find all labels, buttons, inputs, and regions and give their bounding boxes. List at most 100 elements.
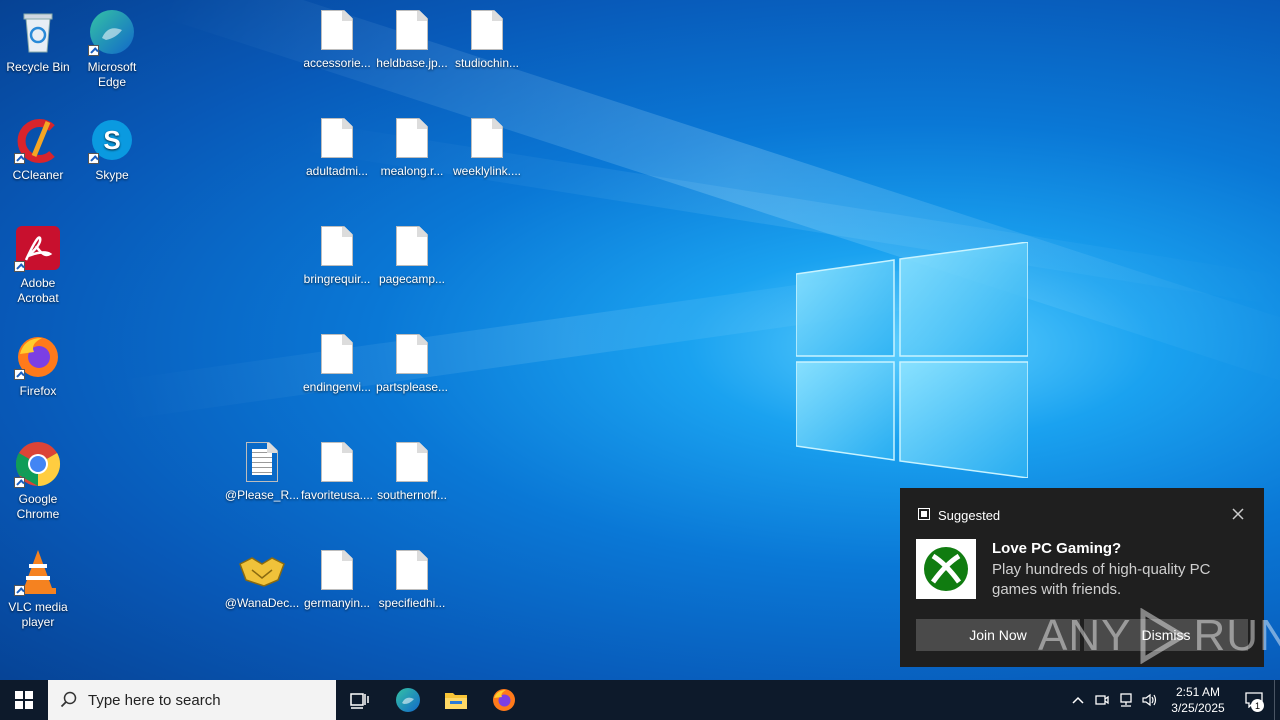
desktop-icon-firefox[interactable]: Firefox <box>0 332 76 399</box>
desktop-file[interactable]: @WanaDec... <box>224 550 300 611</box>
desktop-file[interactable]: pagecamp... <box>374 226 450 287</box>
clock-time: 2:51 AM <box>1175 685 1221 699</box>
edge-icon <box>396 688 420 712</box>
search-input[interactable] <box>88 691 318 709</box>
file-label: accessorie... <box>303 56 371 70</box>
windows-icon <box>15 691 33 709</box>
file-label: bringrequir... <box>303 272 371 286</box>
firefox-icon <box>493 689 515 711</box>
xbox-icon <box>916 539 976 599</box>
file-explorer-icon <box>445 693 467 709</box>
join-now-button[interactable]: Join Now <box>916 619 1080 651</box>
notification-header-label: Suggested <box>938 508 1001 523</box>
file-label: studiochin... <box>454 56 520 70</box>
desktop-file[interactable]: adultadmi... <box>299 118 375 179</box>
shortcut-arrow-icon <box>14 261 25 272</box>
show-desktop-button[interactable] <box>1274 680 1280 720</box>
file-label: endingenvi... <box>302 380 372 394</box>
desktop-icon-label: Google Chrome <box>16 492 60 521</box>
chrome-icon <box>14 440 62 488</box>
desktop-icon-ccleaner[interactable]: CCleaner <box>0 116 76 183</box>
network-button[interactable] <box>1114 680 1138 720</box>
taskbar-search-box[interactable] <box>48 680 336 720</box>
skype-icon: S <box>88 116 136 164</box>
desktop-file[interactable]: studiochin... <box>449 10 525 71</box>
desktop-icon-edge[interactable]: Microsoft Edge <box>74 8 150 90</box>
notification-title: Love PC Gaming? <box>992 540 1122 557</box>
svg-text:S: S <box>103 125 120 155</box>
desktop-file[interactable]: southernoff... <box>374 442 450 503</box>
task-view-button[interactable] <box>336 680 384 720</box>
desktop-file[interactable]: accessorie... <box>299 10 375 71</box>
desktop-file[interactable]: weeklylink.... <box>449 118 525 179</box>
desktop-icon-chrome[interactable]: Google Chrome <box>0 440 76 522</box>
file-label: adultadmi... <box>305 164 369 178</box>
acrobat-icon <box>14 224 62 272</box>
clock-date: 3/25/2025 <box>1171 701 1225 715</box>
desktop-file[interactable]: endingenvi... <box>299 334 375 395</box>
shortcut-arrow-icon <box>14 369 25 380</box>
file-label: partsplease... <box>375 380 449 394</box>
shortcut-arrow-icon <box>14 477 25 488</box>
desktop-icon-label: Firefox <box>19 384 57 398</box>
file-icon <box>396 334 428 374</box>
file-icon <box>321 550 353 590</box>
desktop-file[interactable]: specifiedhi... <box>374 550 450 611</box>
file-label: @WanaDec... <box>224 596 300 610</box>
file-icon <box>471 118 503 158</box>
desktop-icon-skype[interactable]: S Skype <box>74 116 150 183</box>
start-button[interactable] <box>0 680 48 720</box>
meet-now-button[interactable] <box>1090 680 1114 720</box>
taskbar-firefox-button[interactable] <box>480 680 528 720</box>
desktop-file[interactable]: mealong.r... <box>374 118 450 179</box>
taskbar: 2:51 AM 3/25/2025 1 <box>0 680 1280 720</box>
text-file-icon <box>246 442 278 482</box>
notification-body: Play hundreds of high-quality PC games w… <box>992 561 1211 598</box>
dismiss-button[interactable]: Dismiss <box>1084 619 1248 651</box>
file-icon <box>396 226 428 266</box>
show-hidden-icons-button[interactable] <box>1066 680 1090 720</box>
suggested-icon <box>918 508 930 523</box>
close-icon[interactable] <box>1230 506 1246 522</box>
volume-button[interactable] <box>1138 680 1162 720</box>
file-icon <box>321 226 353 266</box>
file-icon <box>471 10 503 50</box>
desktop-icon-label: VLC media player <box>8 600 68 629</box>
file-label: specifiedhi... <box>378 596 446 610</box>
action-center-button[interactable]: 1 <box>1234 680 1274 720</box>
network-icon <box>1120 693 1132 707</box>
speaker-icon <box>1142 693 1157 707</box>
file-icon <box>396 10 428 50</box>
file-icon <box>321 10 353 50</box>
desktop-icon-label: Recycle Bin <box>6 60 70 74</box>
desktop-icon-acrobat[interactable]: Adobe Acrobat <box>0 224 76 306</box>
file-icon <box>396 118 428 158</box>
desktop-file[interactable]: @Please_R... <box>224 442 300 503</box>
desktop-file[interactable]: partsplease... <box>374 334 450 395</box>
task-view-icon <box>350 693 369 709</box>
search-icon <box>60 691 77 708</box>
desktop-file[interactable]: favoriteusa.... <box>299 442 375 503</box>
desktop-file[interactable]: germanyin... <box>299 550 375 611</box>
shortcut-arrow-icon <box>14 585 25 596</box>
handshake-icon <box>238 550 286 590</box>
shortcut-arrow-icon <box>88 45 99 56</box>
desktop-file[interactable]: bringrequir... <box>299 226 375 287</box>
edge-icon <box>88 8 136 56</box>
desktop-icon-label: CCleaner <box>12 168 64 182</box>
vlc-icon <box>14 548 62 596</box>
file-label: mealong.r... <box>380 164 444 178</box>
windows-wallpaper-logo <box>796 242 1028 478</box>
taskbar-clock[interactable]: 2:51 AM 3/25/2025 <box>1166 684 1230 716</box>
notification-count-badge: 1 <box>1251 699 1264 712</box>
desktop-file[interactable]: heldbase.jp... <box>374 10 450 71</box>
desktop-icon-recycle-bin[interactable]: Recycle Bin <box>0 8 76 75</box>
desktop-icon-label: Skype <box>95 168 129 182</box>
desktop-icon-vlc[interactable]: VLC media player <box>0 548 76 630</box>
notification-toast[interactable]: Suggested Love PC Gaming? Play hundreds … <box>900 488 1264 667</box>
shortcut-arrow-icon <box>14 153 25 164</box>
taskbar-edge-button[interactable] <box>384 680 432 720</box>
file-icon <box>321 442 353 482</box>
desktop-icon-label: Microsoft Edge <box>87 60 137 89</box>
taskbar-file-explorer-button[interactable] <box>432 680 480 720</box>
